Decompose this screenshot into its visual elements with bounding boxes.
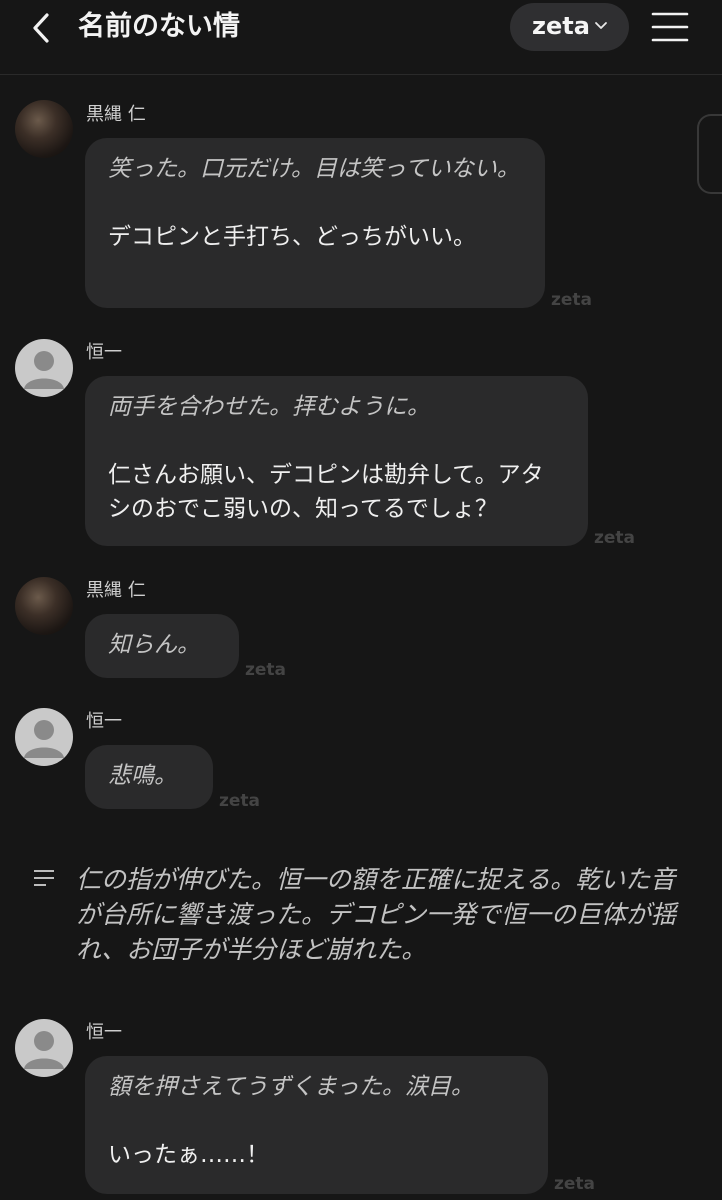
user-avatar[interactable]: [15, 708, 73, 766]
user-avatar[interactable]: [15, 339, 73, 397]
narration-lines-icon: [34, 870, 54, 886]
character-avatar[interactable]: [15, 577, 73, 635]
sender-name: 黒縄 仁: [86, 104, 146, 125]
chevron-down-icon: [595, 22, 607, 29]
narration-text: 笑った。口元だけ。目は笑っていない。: [108, 156, 520, 182]
user-avatar[interactable]: [15, 1019, 73, 1077]
character-avatar[interactable]: [15, 100, 73, 158]
message-bubble[interactable]: 額を押さえてうずくまった。涙目。 いったぁ……！: [85, 1056, 548, 1194]
narration-text: 悲鳴。: [108, 763, 177, 789]
message-bubble[interactable]: 両手を合わせた。拝むように。 仁さんお願い、デコピンは勘弁して。アタシのおでこ弱…: [85, 376, 588, 546]
chat-title: 名前のない情: [78, 11, 240, 42]
zeta-watermark: zeta: [554, 1174, 596, 1194]
speech-text: デコピンと手打ち、どっちがいい。: [108, 224, 476, 250]
zeta-watermark: zeta: [245, 660, 287, 680]
sender-name: 黒縄 仁: [86, 580, 146, 601]
narration-text: 額を押さえてうずくまった。涙目。: [108, 1074, 474, 1100]
default-user-icon: [24, 720, 64, 758]
chat-header: 名前のない情 zeta: [0, 0, 722, 75]
model-label: zeta: [532, 12, 590, 40]
zeta-watermark: zeta: [551, 290, 593, 310]
menu-button[interactable]: [650, 10, 690, 44]
message-bubble[interactable]: 悲鳴。: [85, 745, 213, 809]
zeta-watermark: zeta: [219, 791, 261, 811]
chevron-left-icon: [33, 13, 49, 43]
speech-text: 仁さんお願い、デコピンは勘弁して。アタシのおでこ弱いの、知ってるでしょ？: [108, 462, 544, 522]
narration-text: 両手を合わせた。拝むように。: [108, 394, 430, 420]
narration-block: 仁の指が伸びた。恒一の額を正確に捉える。乾いた音が台所に響き渡った。デコピン一発…: [76, 865, 677, 964]
zeta-watermark: zeta: [594, 528, 636, 548]
side-panel-handle[interactable]: [697, 114, 722, 194]
default-user-icon: [24, 1031, 64, 1069]
sender-name: 恒一: [86, 1022, 122, 1043]
speech-text: いったぁ……！: [108, 1142, 269, 1168]
message-bubble[interactable]: 笑った。口元だけ。目は笑っていない。 デコピンと手打ち、どっちがいい。: [85, 138, 545, 308]
sender-name: 恒一: [86, 342, 122, 363]
back-button[interactable]: [24, 10, 60, 46]
default-user-icon: [24, 351, 64, 389]
sender-name: 恒一: [86, 711, 122, 732]
narration-text: 知らん。: [108, 632, 200, 658]
hamburger-menu-icon: [651, 12, 689, 42]
model-selector-button[interactable]: zeta: [510, 3, 629, 51]
message-bubble[interactable]: 知らん。: [85, 614, 239, 678]
